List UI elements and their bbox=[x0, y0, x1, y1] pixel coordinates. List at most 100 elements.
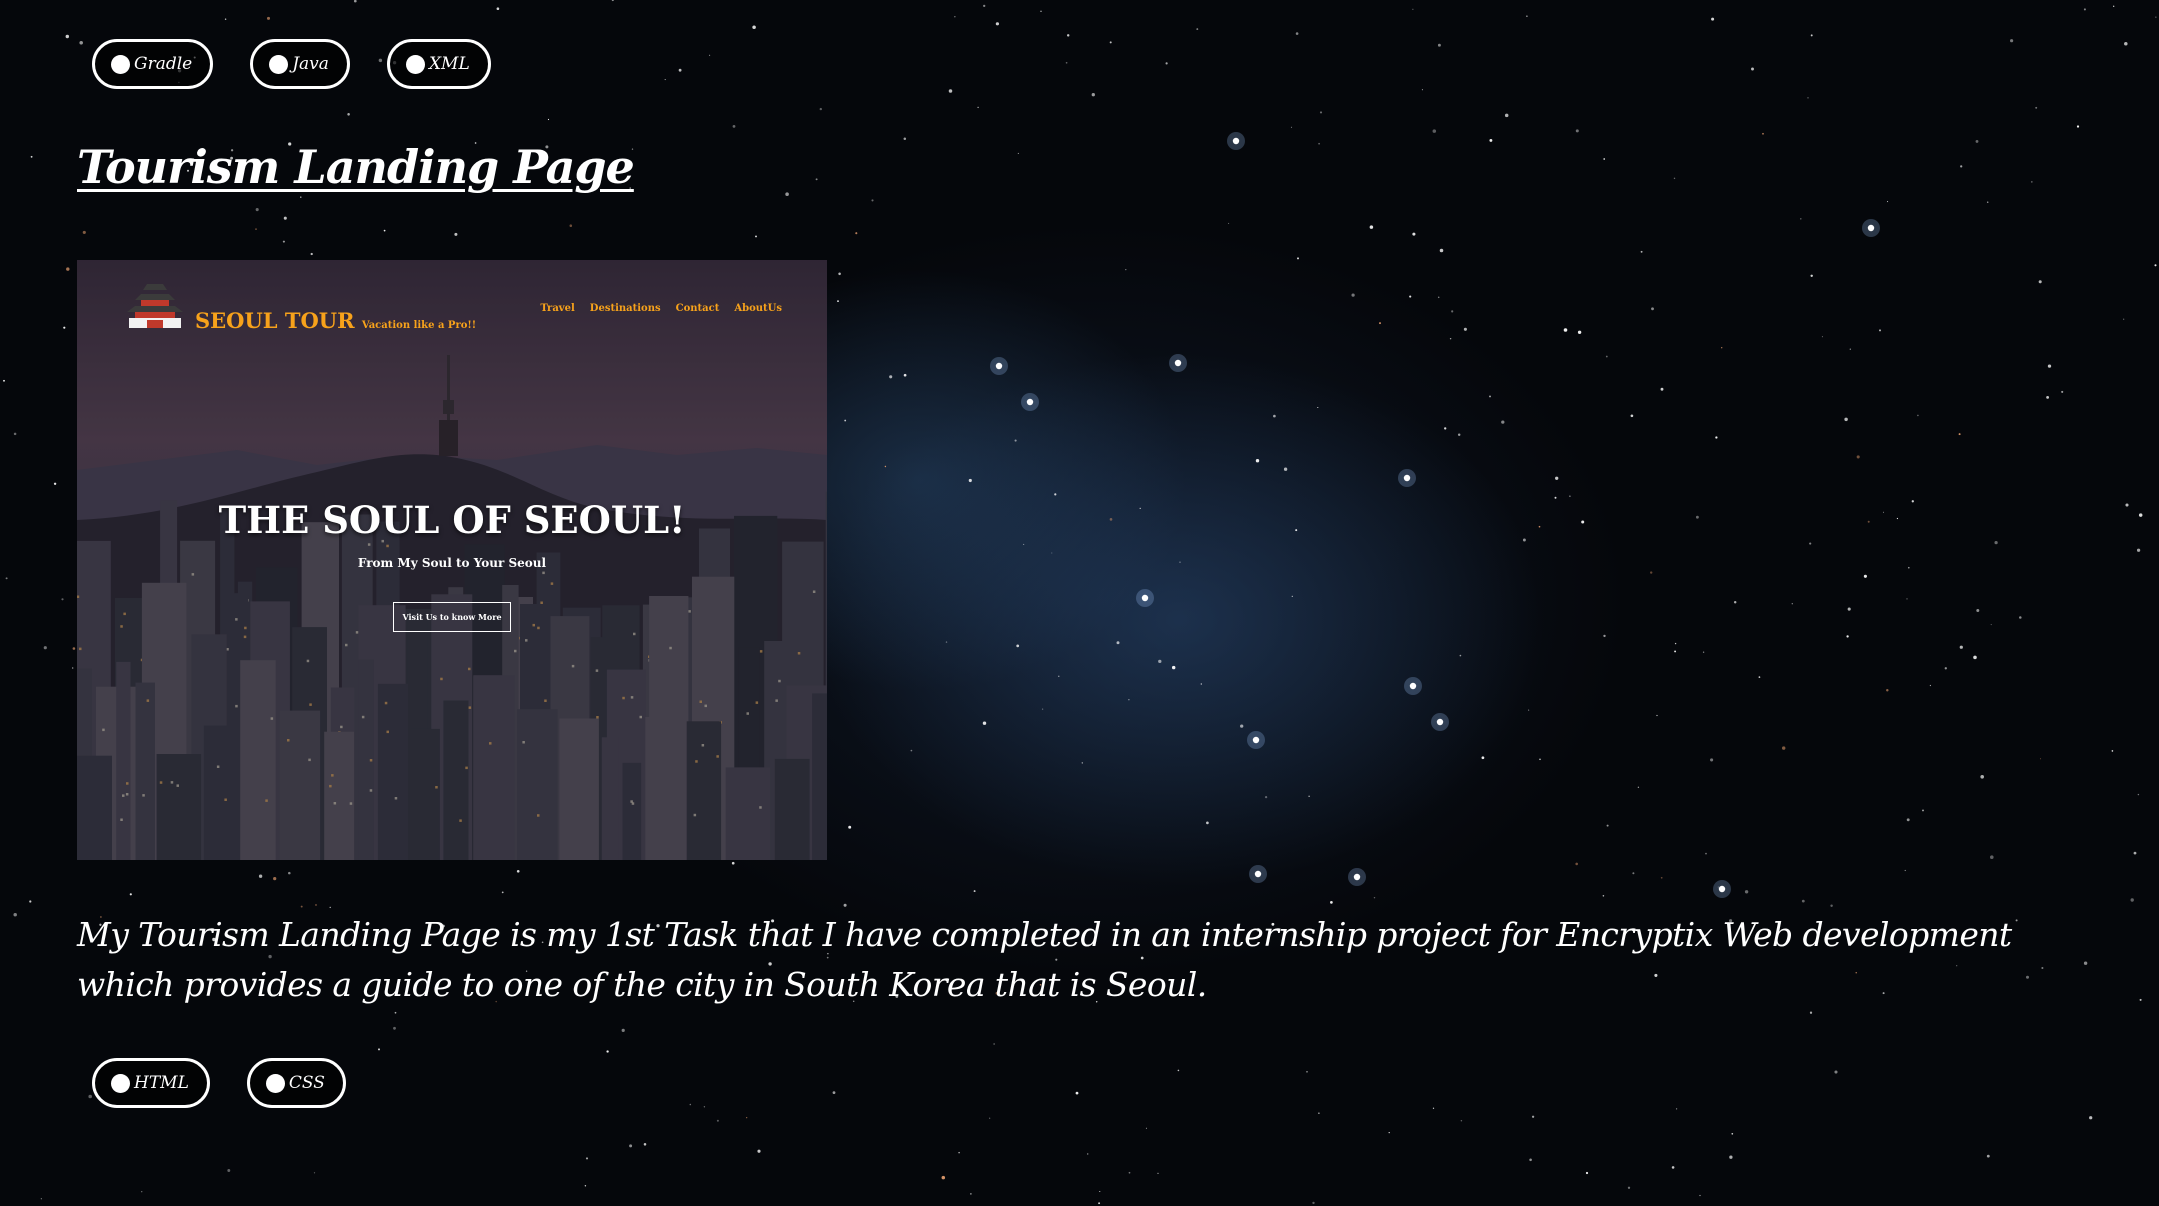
star bbox=[1673, 177, 1676, 180]
star bbox=[1075, 1091, 1079, 1095]
star bbox=[1906, 598, 1908, 600]
star bbox=[2155, 16, 2157, 18]
star bbox=[258, 874, 263, 878]
star bbox=[2124, 41, 2128, 46]
star bbox=[584, 1185, 587, 1187]
star bbox=[1041, 708, 1044, 710]
tag-xml[interactable]: XML bbox=[386, 39, 491, 89]
preview-nav-contact: Contact bbox=[675, 303, 720, 314]
star bbox=[266, 16, 271, 20]
star bbox=[1879, 329, 1881, 332]
star bbox=[1409, 295, 1412, 298]
star bbox=[1821, 336, 1823, 338]
star bbox=[844, 419, 847, 422]
star bbox=[5, 577, 8, 580]
star bbox=[2046, 395, 2050, 399]
tag-css[interactable]: CSS bbox=[246, 1058, 346, 1108]
star bbox=[13, 432, 17, 436]
star bbox=[1980, 775, 1984, 779]
star bbox=[1705, 852, 1707, 855]
star bbox=[310, 252, 313, 256]
star bbox=[1460, 1120, 1463, 1122]
star bbox=[63, 326, 66, 329]
dot-icon bbox=[111, 54, 130, 74]
bright-star bbox=[1174, 359, 1182, 367]
star bbox=[283, 216, 287, 220]
star bbox=[1432, 1107, 1435, 1109]
star bbox=[1196, 28, 1199, 31]
star bbox=[732, 125, 736, 128]
star bbox=[1650, 571, 1653, 574]
star bbox=[2154, 264, 2157, 267]
preview-visit-button: Visit Us to know More bbox=[393, 602, 511, 632]
star bbox=[1145, 1127, 1147, 1129]
star bbox=[1255, 459, 1260, 463]
star bbox=[1109, 518, 1113, 521]
star bbox=[393, 1026, 396, 1030]
star bbox=[273, 876, 277, 881]
star bbox=[1944, 667, 1947, 670]
star bbox=[1555, 476, 1559, 480]
star bbox=[1994, 540, 1998, 545]
top-tag-list: Gradle Java XML bbox=[92, 39, 491, 89]
star bbox=[1847, 607, 1851, 611]
star bbox=[40, 1198, 42, 1200]
star bbox=[1711, 17, 1715, 21]
star bbox=[1273, 414, 1276, 418]
star bbox=[2137, 793, 2140, 796]
star bbox=[1605, 355, 1608, 358]
star bbox=[1733, 600, 1737, 604]
tag-gradle[interactable]: Gradle bbox=[92, 39, 214, 89]
star bbox=[516, 869, 520, 873]
star bbox=[752, 25, 756, 29]
star bbox=[2113, 5, 2115, 7]
preview-tagline: Vacation like a Pro!! bbox=[361, 320, 477, 331]
star bbox=[1449, 337, 1452, 340]
star bbox=[838, 272, 841, 276]
star bbox=[2035, 106, 2038, 109]
star bbox=[2123, 318, 2125, 320]
star bbox=[1157, 1172, 1159, 1174]
star bbox=[1306, 1071, 1308, 1073]
star bbox=[255, 228, 257, 231]
star bbox=[1437, 43, 1441, 47]
star bbox=[1489, 395, 1491, 398]
tag-java[interactable]: Java bbox=[250, 39, 350, 89]
star bbox=[1660, 387, 1664, 391]
star bbox=[1016, 644, 1020, 648]
star bbox=[1810, 34, 1813, 37]
star bbox=[313, 1172, 316, 1174]
star bbox=[848, 825, 852, 829]
bright-star bbox=[1409, 682, 1417, 690]
star bbox=[1240, 724, 1244, 728]
preview-nav-aboutus: AboutUs bbox=[734, 303, 782, 314]
star bbox=[1721, 347, 1723, 349]
star bbox=[1264, 795, 1268, 799]
star bbox=[1575, 862, 1578, 866]
star bbox=[1695, 515, 1699, 519]
project-title-link[interactable]: Tourism Landing Page bbox=[77, 140, 635, 194]
star bbox=[1699, 1194, 1701, 1197]
star bbox=[1929, 684, 1932, 687]
star bbox=[496, 7, 500, 11]
star bbox=[1904, 869, 1906, 872]
star bbox=[1295, 529, 1298, 532]
star bbox=[1810, 274, 1813, 278]
bright-star bbox=[1254, 870, 1262, 878]
star bbox=[1179, 561, 1181, 563]
star bbox=[1481, 756, 1485, 760]
star bbox=[1228, 222, 1230, 224]
star bbox=[611, 0, 614, 2]
star bbox=[1283, 467, 1288, 471]
star bbox=[1986, 201, 1989, 204]
star bbox=[1200, 683, 1202, 685]
bottom-tag-list: HTML CSS bbox=[92, 1058, 346, 1108]
star bbox=[227, 1169, 231, 1172]
star bbox=[941, 1175, 946, 1180]
star bbox=[977, 106, 979, 109]
star bbox=[1158, 659, 1162, 664]
star bbox=[53, 482, 57, 485]
star bbox=[1528, 709, 1530, 711]
project-preview-image[interactable]: SEOUL TOUR Vacation like a Pro!! Travel … bbox=[77, 260, 827, 860]
tag-html[interactable]: HTML bbox=[92, 1058, 210, 1108]
